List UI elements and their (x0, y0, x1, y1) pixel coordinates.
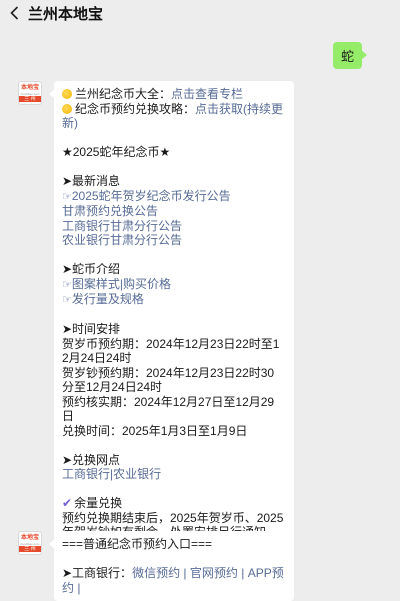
avatar-text-bottom: 兰 州 (19, 95, 41, 102)
entry-heading: ===普通纪念币预约入口=== (62, 537, 213, 551)
chat-title: 兰州本地宝 (28, 5, 104, 23)
separator: | (180, 566, 190, 580)
bot-message-bubble-2: ===普通纪念币预约入口=== ➤工商银行：微信预约 | 官网预约 | APP预… (49, 531, 294, 601)
time-exchange: 兑换时间：2025年1月3日至1月9日 (62, 423, 248, 438)
bot-message: 本地宝 bendibao.com 兰 州 兰州纪念币大全：点击查看专栏 纪念币预… (18, 81, 294, 546)
intro-link-design[interactable]: 图案样式 (72, 277, 120, 291)
bot-message-bubble: 兰州纪念币大全：点击查看专栏 纪念币预约兑换攻略：点击获取(持续更新) ★202… (49, 81, 294, 546)
avatar-text-bottom: 兰 州 (19, 545, 41, 552)
time-coin-reservation: 贺岁币预约期：2024年12月23日22时至12月24日24时 (62, 336, 280, 366)
top-bar: 兰州本地宝 (0, 0, 400, 26)
bank-label-icbc: ➤工商银行： (62, 566, 133, 580)
bot-avatar[interactable]: 本地宝 bendibao.com 兰 州 (18, 81, 42, 105)
pointing-hand-icon: ☞ (62, 278, 72, 291)
intro-link-price[interactable]: 购买价格 (123, 277, 171, 291)
time-title: ➤时间安排 (62, 322, 121, 336)
pointing-hand-icon: ☞ (62, 294, 72, 306)
check-icon: ✔ (62, 496, 73, 510)
user-message-row: 蛇 (332, 42, 392, 69)
news-link-icbc[interactable]: 工商银行甘肃分行公告 (62, 219, 182, 233)
column-link[interactable]: 点击查看专栏 (171, 87, 243, 101)
coin-icon (62, 89, 72, 99)
column-label: 兰州纪念币大全： (75, 87, 172, 101)
time-note-reservation: 贺岁钞预约期：2024年12月23日22时30分至12月24日24时 (62, 365, 275, 395)
coin-icon (62, 103, 72, 114)
intro-link-volume[interactable]: 发行量及规格 (72, 292, 144, 306)
outlet-link-abc[interactable]: 农业银行 (113, 467, 161, 481)
website-reservation-link[interactable]: 官网预约 (190, 566, 238, 580)
news-title: ➤最新消息 (62, 174, 121, 188)
bot-avatar[interactable]: 本地宝 bendibao.com 兰 州 (18, 531, 42, 555)
remaining-title: 余量兑换 (74, 496, 123, 510)
news-link-abc[interactable]: 农业银行甘肃分行公告 (62, 233, 182, 247)
user-message-bubble: 蛇 (332, 42, 368, 69)
separator: | (74, 580, 81, 595)
outlet-title: ➤兑换网点 (62, 452, 121, 467)
back-button[interactable] (0, 0, 28, 26)
chevron-left-icon (9, 6, 18, 20)
time-verification: 预约核实期：2024年12月27日至12月29日 (62, 394, 275, 424)
outlet-link-icbc[interactable]: 工商银行 (62, 467, 110, 481)
avatar-text-top: 本地宝 (20, 534, 39, 541)
section-heading: ★2025蛇年纪念币★ (62, 145, 171, 159)
news-link-announcement[interactable]: 2025蛇年贺岁纪念币发行公告 (72, 189, 231, 203)
pointing-hand-icon: ☞ (62, 190, 72, 203)
intro-title: ➤蛇币介绍 (62, 262, 121, 276)
avatar-text-top: 本地宝 (20, 84, 39, 91)
wechat-reservation-link[interactable]: 微信预约 (132, 566, 180, 580)
bot-message-2: 本地宝 bendibao.com 兰 州 ===普通纪念币预约入口=== ➤工商… (18, 531, 294, 601)
separator: | (237, 566, 248, 580)
guide-label: 纪念币预约兑换攻略： (75, 101, 196, 116)
news-link-gansu[interactable]: 甘肃预约兑换公告 (62, 204, 158, 218)
